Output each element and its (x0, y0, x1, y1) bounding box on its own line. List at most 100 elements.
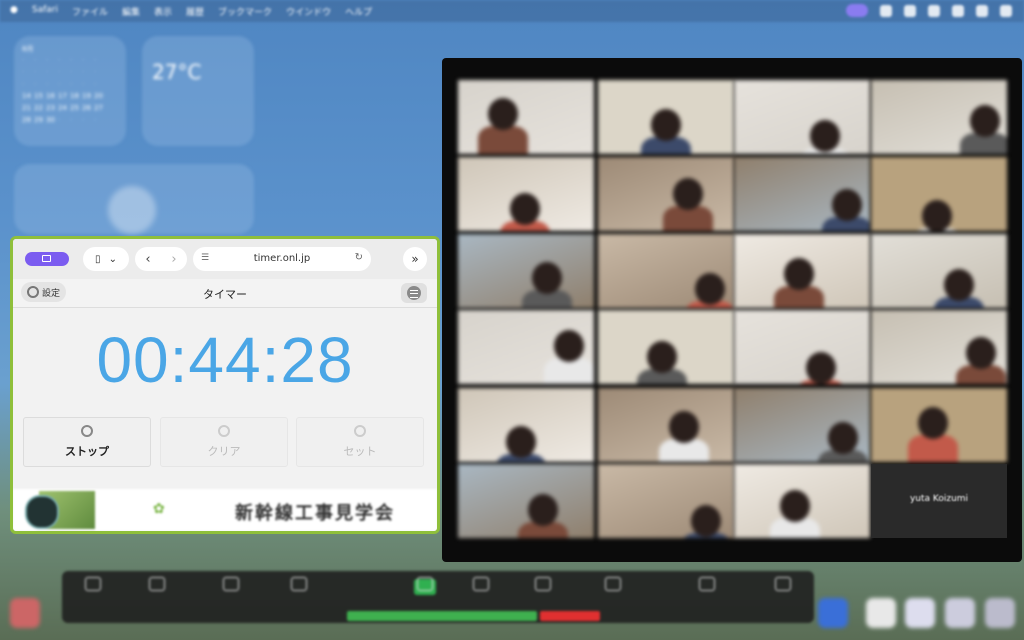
participant-video-tile[interactable] (458, 157, 594, 231)
wifi-icon[interactable] (952, 4, 964, 17)
participant-video-tile[interactable] (598, 234, 734, 308)
participants-button[interactable] (206, 577, 256, 596)
status-icon[interactable] (904, 4, 916, 17)
calendar-day: · (82, 68, 85, 76)
participant-video-tile[interactable] (871, 157, 1007, 231)
participant-video-tile[interactable] (458, 388, 594, 462)
participant-video-tile[interactable] (734, 234, 870, 308)
calendar-day: · (34, 68, 37, 76)
forward-icon[interactable]: › (171, 252, 176, 267)
participant-head (532, 262, 562, 294)
participant-video-tile[interactable] (734, 157, 870, 231)
calendar-day: · (94, 80, 97, 88)
participant-head (554, 330, 584, 362)
menu-item-safari[interactable]: Safari (32, 5, 58, 18)
control-center-icon[interactable] (1000, 4, 1012, 17)
dock-app-icon[interactable] (945, 598, 975, 628)
page-title: タイマー (203, 288, 247, 301)
calendar-day: 30 (46, 116, 55, 124)
participant-head (510, 193, 540, 225)
participant-head (488, 98, 518, 130)
back-icon[interactable]: ‹ (145, 252, 150, 267)
record-icon (417, 577, 433, 591)
dock-app-icon[interactable] (905, 598, 935, 628)
dock-app-icon[interactable] (866, 598, 896, 628)
participant-head (828, 422, 858, 454)
weather-widget[interactable]: 27°C (142, 36, 254, 146)
chat-button[interactable] (274, 577, 324, 596)
address-bar[interactable]: ☰ timer.onl.jp ↻ (193, 247, 371, 271)
mute-button[interactable] (68, 577, 118, 596)
status-icon[interactable] (880, 4, 892, 17)
search-icon[interactable] (976, 4, 988, 17)
calendar-day: · (70, 56, 73, 64)
record-button[interactable] (400, 577, 450, 596)
calendar-day: 19 (82, 92, 91, 100)
participant-tile-name-only[interactable]: yuta Koizumi (871, 464, 1007, 538)
menu-item-view[interactable]: 表示 (154, 5, 172, 18)
participant-video-tile[interactable] (458, 310, 594, 384)
calendar-day: · (34, 56, 37, 64)
participant-video-tile[interactable] (458, 464, 594, 538)
calendar-day: 18 (70, 92, 79, 100)
ad-banner[interactable]: ✿ 新幹線工事見学会 (13, 489, 437, 531)
whiteboard-button[interactable] (456, 577, 506, 596)
browser-toolbar: ▯ ⌄ ‹ › ☰ timer.onl.jp ↻ » (13, 239, 437, 279)
participant-body (908, 435, 958, 462)
participant-video-tile[interactable] (598, 388, 734, 462)
calendar-grid: · · · · · · · · · · · · · · · · · · · · · 14 15 16 17 18 19 20 21 22 2… (22, 56, 106, 124)
menu-item-help[interactable]: ヘルプ (345, 5, 372, 18)
battery-icon[interactable] (928, 4, 940, 17)
reload-icon[interactable]: ↻ (355, 252, 363, 263)
participant-video-tile[interactable] (458, 80, 594, 154)
participant-video-tile[interactable] (734, 80, 870, 154)
menu-item-bookmarks[interactable]: ブックマーク (218, 5, 272, 18)
menu-icon (407, 286, 421, 300)
zoom-status-icon[interactable] (846, 4, 868, 17)
sidebar-toggle-button[interactable]: ▯ ⌄ (83, 247, 129, 271)
dock-app-icon[interactable] (818, 598, 848, 628)
participant-video-tile[interactable] (598, 80, 734, 154)
menu-item-file[interactable]: ファイル (72, 5, 108, 18)
participant-head (944, 269, 974, 301)
participant-video-tile[interactable] (598, 310, 734, 384)
video-button[interactable] (132, 577, 182, 596)
participant-video-tile[interactable] (871, 80, 1007, 154)
menu-item-edit[interactable]: 編集 (122, 5, 140, 18)
participant-video-tile[interactable] (871, 234, 1007, 308)
participant-video-tile[interactable] (458, 234, 594, 308)
calendar-day: · (70, 116, 73, 124)
participant-video-tile[interactable] (598, 464, 734, 538)
participant-video-tile[interactable] (871, 310, 1007, 384)
banner-logo-icon: ✿ (153, 501, 165, 517)
participant-head (528, 494, 558, 526)
participant-video-tile[interactable] (871, 388, 1007, 462)
participant-video-tile[interactable] (734, 388, 870, 462)
participant-video-tile[interactable] (734, 464, 870, 538)
apps-button[interactable] (588, 577, 638, 596)
screen-share-indicator-icon[interactable] (25, 252, 69, 266)
stop-button[interactable]: ストップ (23, 417, 151, 467)
calendar-day: · (82, 116, 85, 124)
clear-button[interactable]: クリア (160, 417, 288, 467)
end-button[interactable] (758, 577, 808, 596)
participant-head (695, 273, 725, 305)
participant-video-tile[interactable] (598, 157, 734, 231)
stop-icon (81, 425, 93, 437)
set-button[interactable]: セット (296, 417, 424, 467)
apple-menu-icon[interactable]: ● (10, 5, 18, 18)
calendar-widget[interactable]: 8月 · · · · · · · · · · · · · · · · · · · · · 14 15 16 17 18 19 20 21… (14, 36, 126, 146)
calendar-day: · (34, 80, 37, 88)
menu-button[interactable] (401, 283, 427, 303)
more-button[interactable] (682, 577, 732, 596)
menu-item-history[interactable]: 履歴 (186, 5, 204, 18)
more-icon (699, 577, 715, 591)
calendar-day: 22 (34, 104, 43, 112)
more-toolbar-items-button[interactable]: » (403, 247, 427, 271)
participant-video-tile[interactable] (734, 310, 870, 384)
stop-share-bar[interactable] (540, 611, 600, 621)
dock-app-icon[interactable] (985, 598, 1015, 628)
dock-app-icon[interactable] (10, 598, 40, 628)
reactions-button[interactable] (518, 577, 568, 596)
menu-item-window[interactable]: ウインドウ (286, 5, 331, 18)
